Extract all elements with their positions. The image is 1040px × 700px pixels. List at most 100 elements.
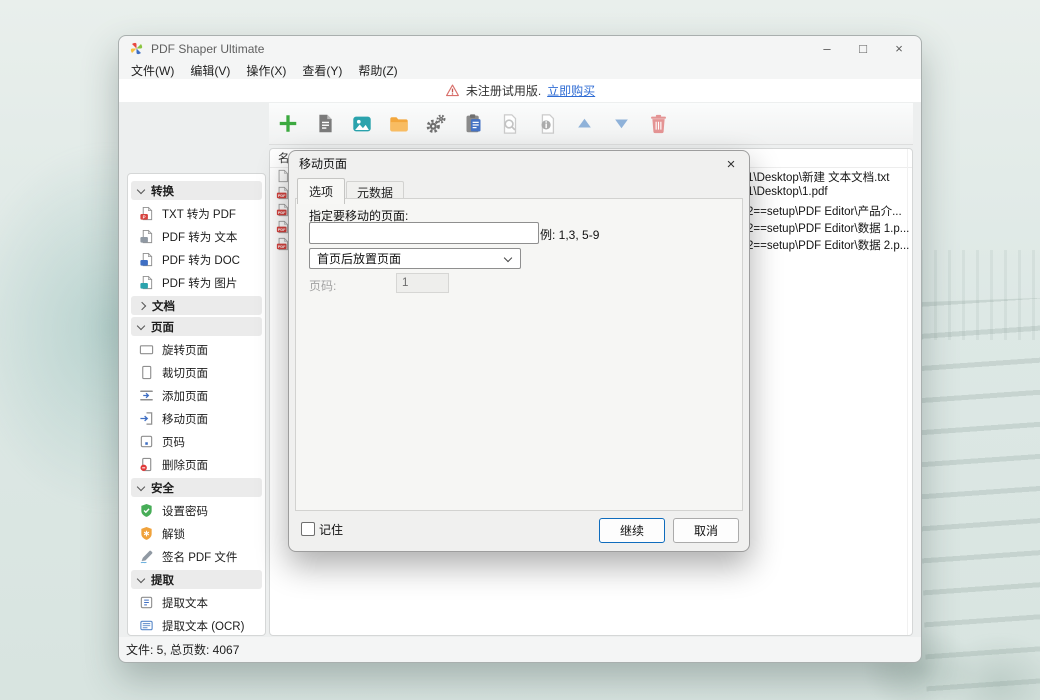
sidebar-group-label: 文档 — [152, 298, 175, 314]
file-path: 2==setup\PDF Editor\数据 2.p... — [747, 237, 909, 253]
status-text: 文件: 5, 总页数: 4067 — [126, 641, 239, 658]
sidebar-item[interactable]: 裁切页面 — [128, 361, 265, 384]
delete-button[interactable] — [647, 111, 669, 137]
sidebar-item[interactable]: 提取文本 (OCR) — [128, 614, 265, 636]
doc-word-icon — [139, 252, 154, 267]
sidebar-item[interactable]: 设置密码 — [128, 499, 265, 522]
sidebar-group-header[interactable]: 安全 — [131, 478, 262, 497]
shield-unlock-icon — [139, 526, 154, 541]
svg-text:PDF: PDF — [278, 245, 286, 249]
sidebar-item-label: 提取文本 (OCR) — [162, 618, 244, 634]
sidebar-item-label: 移动页面 — [162, 411, 208, 427]
menu-edit[interactable]: 编辑(V) — [182, 62, 238, 79]
file-path: 2==setup\PDF Editor\产品介... — [747, 203, 902, 219]
sidebar-group-label: 提取 — [151, 572, 174, 588]
sidebar-group-header[interactable]: 文档 — [131, 296, 262, 315]
sidebar-group-label: 页面 — [151, 319, 174, 335]
sidebar-item-label: 签名 PDF 文件 — [162, 549, 237, 565]
cancel-button[interactable]: 取消 — [673, 518, 739, 543]
sidebar-item[interactable]: PDF 转为 DOC — [128, 248, 265, 271]
page-number-label: 页码: — [309, 277, 336, 294]
sidebar-item-label: 解锁 — [162, 526, 185, 542]
up-icon — [575, 114, 594, 133]
warning-icon — [445, 83, 460, 98]
sidebar-item-label: PDF 转为 图片 — [162, 275, 237, 291]
add-files-button[interactable] — [277, 111, 299, 137]
sidebar-item[interactable]: 旋转页面 — [128, 338, 265, 361]
sidebar-group-header[interactable]: 页面 — [131, 317, 262, 336]
page-rotate-icon — [139, 342, 154, 357]
paste-document-button[interactable] — [462, 111, 484, 137]
sidebar-item[interactable]: PTXT 转为 PDF — [128, 202, 265, 225]
maximize-button[interactable]: □ — [845, 36, 881, 61]
sidebar-item-label: 旋转页面 — [162, 342, 208, 358]
info-icon — [536, 113, 558, 135]
new-document-button[interactable] — [314, 111, 336, 137]
page-move-icon — [139, 411, 154, 426]
open-folder-button[interactable] — [388, 111, 410, 137]
sidebar-group-header[interactable]: 转换 — [131, 181, 262, 200]
menu-view[interactable]: 查看(Y) — [294, 62, 350, 79]
position-dropdown[interactable]: 首页后放置页面 — [309, 248, 521, 269]
page-number-input: 1 — [396, 273, 449, 293]
move-down-button[interactable] — [610, 111, 632, 137]
remember-checkbox[interactable] — [301, 522, 315, 536]
minimize-button[interactable]: – — [809, 36, 845, 61]
sidebar-item[interactable]: 移动页面 — [128, 407, 265, 430]
title-bar: PDF Shaper Ultimate – □ × — [119, 36, 921, 61]
doc-pdf-icon: P — [139, 206, 154, 221]
page-number-icon — [139, 434, 154, 449]
sidebar-item[interactable]: 提取文本 — [128, 591, 265, 614]
process-settings-button[interactable] — [425, 111, 447, 137]
status-bar: 文件: 5, 总页数: 4067 — [119, 637, 921, 662]
svg-text:PDF: PDF — [278, 211, 286, 215]
sidebar-item[interactable]: 解锁 — [128, 522, 265, 545]
sidebar-item-label: 提取文本 — [162, 595, 208, 611]
sidebar-item-label: PDF 转为 DOC — [162, 252, 240, 268]
window-title: PDF Shaper Ultimate — [151, 42, 264, 56]
trash-icon — [648, 113, 669, 134]
chevron-down-icon — [137, 574, 145, 582]
sidebar-item[interactable]: 页码 — [128, 430, 265, 453]
sidebar-group-header[interactable]: 提取 — [131, 570, 262, 589]
sidebar-item[interactable]: 签名 PDF 文件 — [128, 545, 265, 568]
position-dropdown-value: 首页后放置页面 — [317, 250, 401, 267]
sidebar-item-label: 添加页面 — [162, 388, 208, 404]
purchase-link[interactable]: 立即购买 — [547, 82, 595, 99]
sidebar-item[interactable]: PDF 转为 文本 — [128, 225, 265, 248]
page-delete-icon — [139, 457, 154, 472]
chevron-down-icon — [137, 482, 145, 490]
sidebar-item[interactable]: 添加页面 — [128, 384, 265, 407]
move-pages-dialog: 移动页面 × 选项元数据 指定要移动的页面: 例: 1,3, 5-9 首页后放置… — [288, 150, 750, 552]
menu-help[interactable]: 帮助(Z) — [350, 62, 405, 79]
file-path: 2==setup\PDF Editor\数据 1.p... — [747, 220, 909, 236]
clipboard-icon — [463, 113, 484, 134]
sidebar-item-label: PDF 转为 文本 — [162, 229, 237, 245]
file-path: 1\Desktop\1.pdf — [747, 186, 828, 198]
folder-icon — [388, 113, 410, 135]
sidebar-group-label: 转换 — [151, 183, 174, 199]
window-controls: – □ × — [809, 36, 917, 61]
menu-operations[interactable]: 操作(X) — [238, 62, 294, 79]
sidebar-item[interactable]: PDF 转为 图片 — [128, 271, 265, 294]
doc-text-icon — [139, 229, 154, 244]
dialog-tab[interactable]: 选项 — [297, 178, 345, 204]
wallpaper-masts — [920, 250, 1040, 340]
doc-image-icon — [139, 275, 154, 290]
image-icon — [351, 113, 373, 135]
document-info-button — [536, 111, 558, 137]
toolbar — [269, 103, 913, 145]
close-button[interactable]: × — [881, 36, 917, 61]
sidebar-item-label: 删除页面 — [162, 457, 208, 473]
convert-image-button[interactable] — [351, 111, 373, 137]
menu-file[interactable]: 文件(W) — [123, 62, 182, 79]
move-up-button[interactable] — [573, 111, 595, 137]
sidebar-item-label: 设置密码 — [162, 503, 208, 519]
shield-check-icon — [139, 503, 154, 518]
sidebar-item[interactable]: 删除页面 — [128, 453, 265, 476]
pages-to-move-input[interactable] — [309, 222, 539, 244]
continue-button[interactable]: 继续 — [599, 518, 665, 543]
dialog-close-icon[interactable]: × — [721, 155, 741, 173]
file-path: 1\Desktop\新建 文本文档.txt — [747, 169, 890, 185]
sidebar-group-label: 安全 — [151, 480, 174, 496]
